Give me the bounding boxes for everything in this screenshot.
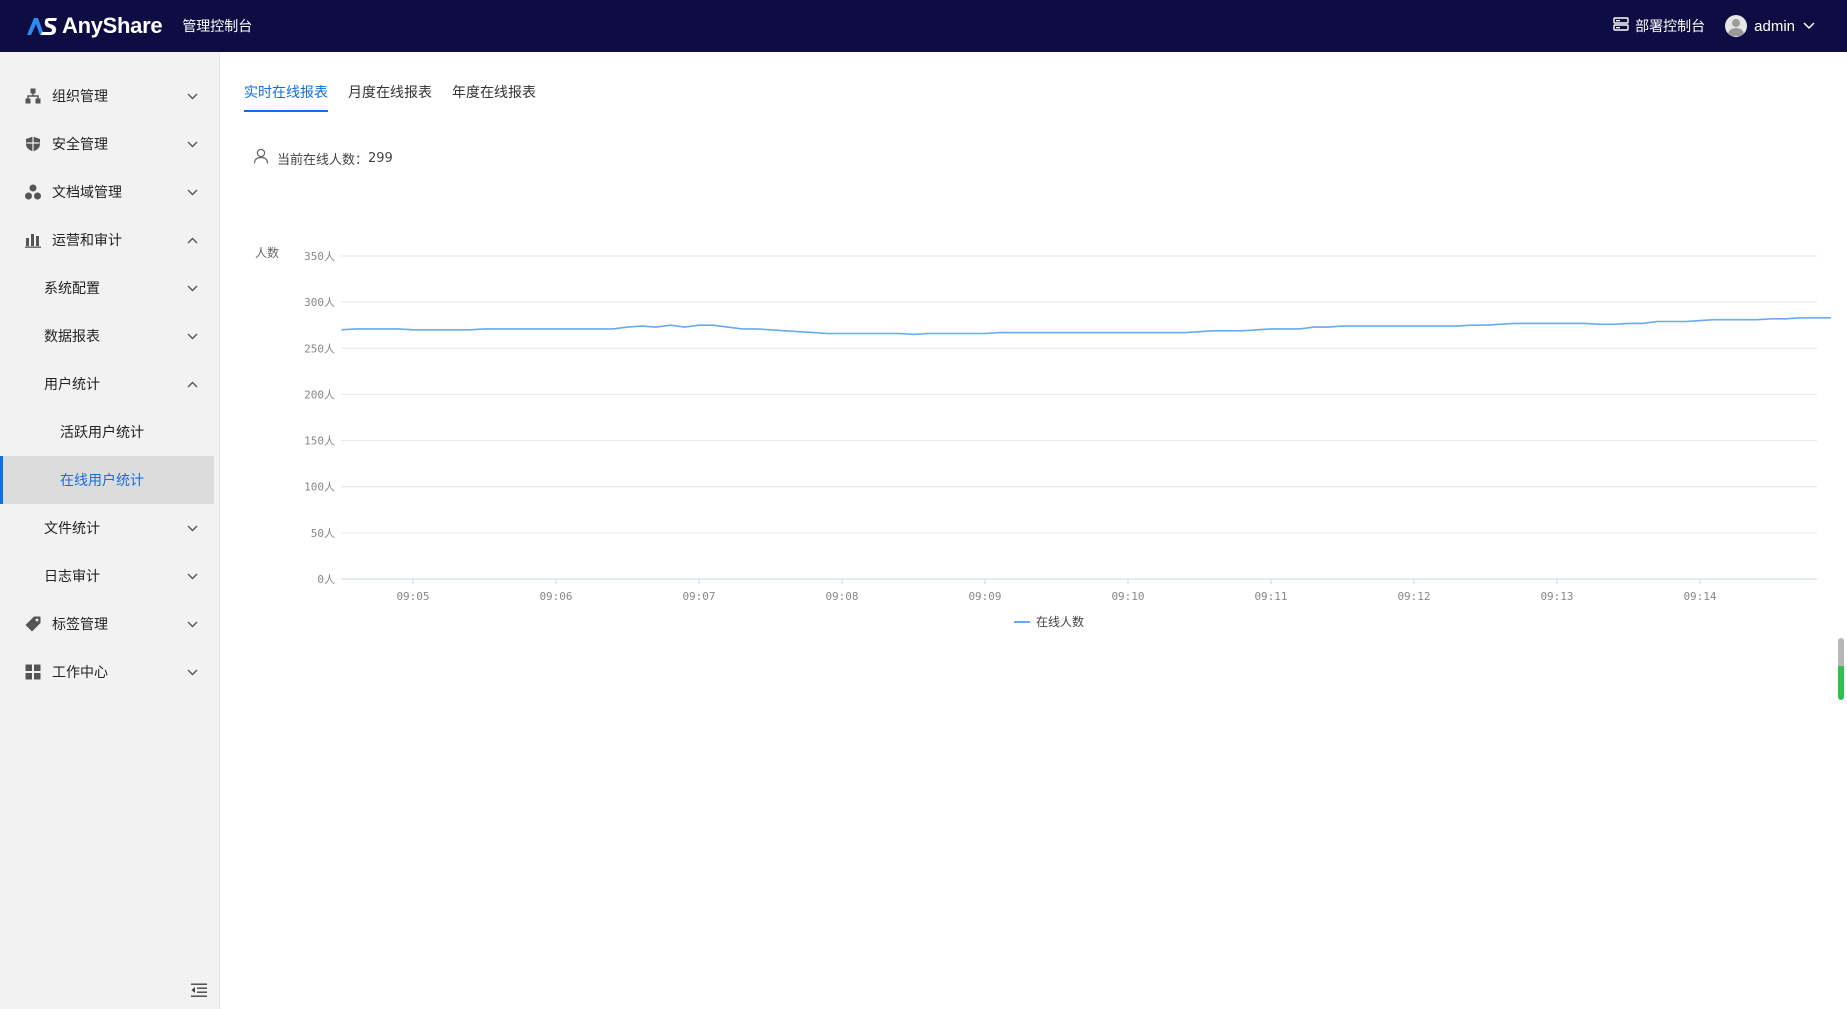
sidebar-item-org-management[interactable]: 组织管理 xyxy=(0,72,219,120)
sidebar-item-operations-audit[interactable]: 运营和审计 xyxy=(0,216,219,264)
sidebar-item-label: 文件统计 xyxy=(44,521,100,537)
y-axis-title: 人数 xyxy=(255,246,280,260)
topbar-right: 部署控制台 admin xyxy=(1613,15,1815,37)
sidebar-item-label: 标签管理 xyxy=(52,617,108,633)
sidebar-item-label: 文档域管理 xyxy=(52,185,122,201)
deploy-console-label: 部署控制台 xyxy=(1635,19,1706,35)
x-tick-label: 09:08 xyxy=(825,590,858,603)
y-tick-label: 50人 xyxy=(311,527,335,540)
tag-icon xyxy=(24,615,42,633)
shield-icon xyxy=(24,135,42,153)
chevron-down-icon xyxy=(186,186,198,198)
sidebar-item-active-user-stats[interactable]: 活跃用户统计 xyxy=(0,408,219,456)
sidebar-item-online-user-stats[interactable]: 在线用户统计 xyxy=(0,456,214,504)
sidebar-item-security-management[interactable]: 安全管理 xyxy=(0,120,219,168)
brand[interactable]: AnyShare xyxy=(26,13,163,39)
online-count-value: 299 xyxy=(368,150,393,166)
y-tick-label: 300人 xyxy=(304,296,335,309)
online-users-chart: 人数 0人 50人 100人 150人 200人 250人 300人 350人 09:05 09:… xyxy=(221,182,1847,652)
scroll-indicator[interactable] xyxy=(1838,638,1844,700)
sidebar: 组织管理 安全管理 文档域管理 运营和审计 系统配置 数据报表 用户统计 活跃用… xyxy=(0,52,220,1009)
sidebar-item-label: 日志审计 xyxy=(44,569,100,585)
tab-realtime-report[interactable]: 实时在线报表 xyxy=(244,82,328,112)
chevron-down-icon xyxy=(186,282,198,294)
x-tick-label: 09:11 xyxy=(1254,590,1287,603)
chevron-down-icon xyxy=(186,330,198,342)
sidebar-item-label: 工作中心 xyxy=(52,665,108,681)
user-icon xyxy=(253,148,277,168)
online-count-label: 当前在线人数： xyxy=(277,152,369,168)
chevron-down-icon xyxy=(186,522,198,534)
chevron-down-icon xyxy=(186,90,198,102)
sidebar-item-label: 运营和审计 xyxy=(52,233,122,249)
chevron-down-icon xyxy=(1795,18,1815,34)
sidebar-item-label: 数据报表 xyxy=(44,329,100,345)
sidebar-item-label: 活跃用户统计 xyxy=(60,425,144,441)
online-count: 当前在线人数： 299 xyxy=(253,148,393,168)
x-tick-label: 09:13 xyxy=(1540,590,1573,603)
sidebar-item-label: 在线用户统计 xyxy=(60,473,144,489)
x-tick-label: 09:12 xyxy=(1397,590,1430,603)
sidebar-item-file-stats[interactable]: 文件统计 xyxy=(0,504,219,552)
tab-yearly-report[interactable]: 年度在线报表 xyxy=(452,82,536,112)
user-name: admin xyxy=(1754,17,1795,35)
collapse-sidebar-icon[interactable] xyxy=(191,982,207,997)
user-menu[interactable]: admin xyxy=(1725,15,1815,37)
x-tick-label: 09:05 xyxy=(396,590,429,603)
chevron-up-icon xyxy=(186,378,198,390)
report-tabs: 实时在线报表 月度在线报表 年度在线报表 xyxy=(244,82,556,112)
sidebar-item-label: 系统配置 xyxy=(44,281,100,297)
chart-svg: 0人 50人 100人 150人 200人 250人 300人 350人 09:05 09:06 0… xyxy=(304,250,1847,629)
legend-label: 在线人数 xyxy=(1036,614,1084,629)
y-tick-label: 100人 xyxy=(304,481,335,494)
anyshare-logo-icon xyxy=(26,15,58,37)
x-tick-label: 09:06 xyxy=(539,590,572,603)
org-icon xyxy=(24,87,42,105)
sidebar-item-tag-management[interactable]: 标签管理 xyxy=(0,600,219,648)
chevron-down-icon xyxy=(186,570,198,582)
top-bar: AnyShare 管理控制台 部署控制台 admin xyxy=(0,0,1847,52)
console-title: 管理控制台 xyxy=(182,19,253,35)
server-icon xyxy=(1613,17,1635,35)
chevron-down-icon xyxy=(186,618,198,630)
doc-domain-icon xyxy=(24,183,42,201)
sidebar-item-user-stats[interactable]: 用户统计 xyxy=(0,360,219,408)
x-tick-label: 09:09 xyxy=(968,590,1001,603)
sidebar-item-label: 组织管理 xyxy=(52,89,108,105)
sidebar-item-data-reports[interactable]: 数据报表 xyxy=(0,312,219,360)
sidebar-item-system-config[interactable]: 系统配置 xyxy=(0,264,219,312)
sidebar-item-log-audit[interactable]: 日志审计 xyxy=(0,552,219,600)
chevron-down-icon xyxy=(186,138,198,150)
y-tick-label: 250人 xyxy=(304,342,335,355)
sidebar-item-doc-domain-management[interactable]: 文档域管理 xyxy=(0,168,219,216)
y-tick-label: 200人 xyxy=(304,388,335,401)
avatar-icon xyxy=(1725,15,1748,37)
grid-icon xyxy=(24,663,42,681)
x-tick-label: 09:14 xyxy=(1683,590,1716,603)
deploy-console-link[interactable]: 部署控制台 xyxy=(1613,16,1705,36)
sidebar-item-label: 用户统计 xyxy=(44,377,100,393)
tab-monthly-report[interactable]: 月度在线报表 xyxy=(348,82,432,112)
brand-name: AnyShare xyxy=(62,13,163,38)
main-content: 实时在线报表 月度在线报表 年度在线报表 当前在线人数： 299 人数 0人 50… xyxy=(221,52,1847,1009)
chevron-down-icon xyxy=(186,666,198,678)
series-line-online-users xyxy=(341,316,1847,336)
chevron-up-icon xyxy=(186,234,198,246)
x-tick-label: 09:07 xyxy=(682,590,715,603)
sidebar-item-work-center[interactable]: 工作中心 xyxy=(0,648,219,696)
y-tick-label: 350人 xyxy=(304,250,335,263)
y-tick-label: 150人 xyxy=(304,435,335,448)
x-tick-label: 09:10 xyxy=(1111,590,1144,603)
bar-chart-icon xyxy=(24,231,42,249)
sidebar-item-label: 安全管理 xyxy=(52,137,108,153)
y-tick-label: 0人 xyxy=(317,573,335,586)
